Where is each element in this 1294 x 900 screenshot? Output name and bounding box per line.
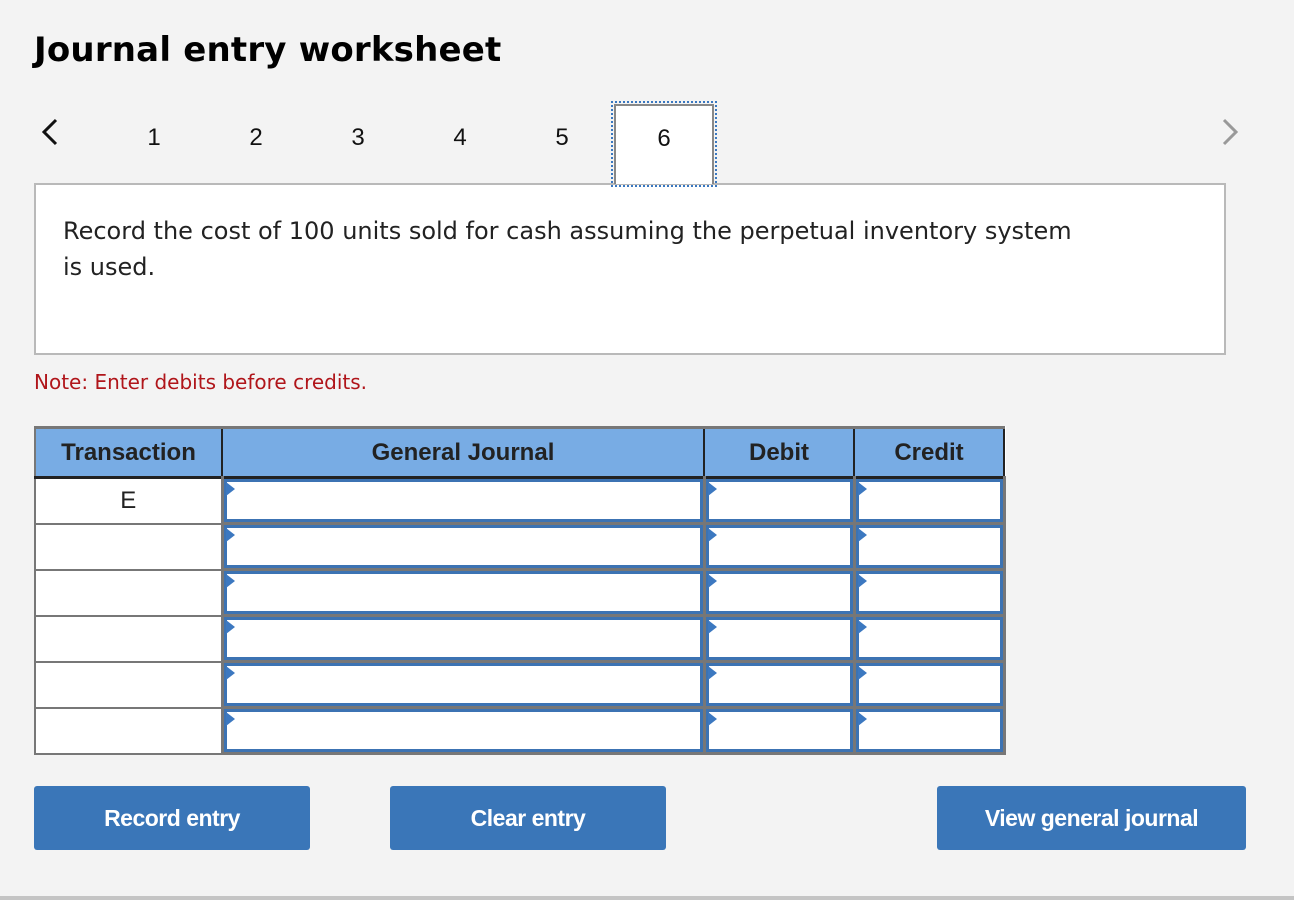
table-row (34, 660, 1006, 709)
input-marker-icon (857, 712, 867, 726)
debit-cell (702, 476, 856, 525)
column-header-credit: Credit (853, 426, 1005, 479)
debit-cell (702, 660, 856, 709)
input-marker-icon (857, 666, 867, 680)
journal-entry-table: Transaction General Journal Debit Credit… (34, 426, 1006, 755)
transaction-cell (34, 568, 224, 617)
account-dropdown-input[interactable] (223, 663, 703, 706)
transaction-cell (34, 614, 224, 663)
input-marker-icon (707, 620, 717, 634)
account-cell (220, 614, 706, 663)
input-marker-icon (857, 528, 867, 542)
credit-input[interactable] (855, 709, 1003, 752)
credit-input[interactable] (855, 525, 1003, 568)
page-tab-1[interactable]: 1 (104, 104, 204, 184)
credit-cell (852, 522, 1006, 571)
table-row (34, 568, 1006, 617)
next-page-button[interactable] (1214, 112, 1244, 152)
input-marker-icon (707, 712, 717, 726)
clear-entry-button[interactable]: Clear entry (390, 786, 666, 850)
page-tab-4[interactable]: 4 (410, 104, 510, 184)
debit-cell (702, 568, 856, 617)
view-general-journal-button[interactable]: View general journal (937, 786, 1246, 850)
chevron-left-icon (41, 118, 58, 146)
instruction-note: Note: Enter debits before credits. (34, 370, 368, 394)
credit-cell (852, 568, 1006, 617)
transaction-cell (34, 706, 224, 755)
debit-input[interactable] (705, 525, 853, 568)
account-dropdown-input[interactable] (223, 571, 703, 614)
table-row (34, 614, 1006, 663)
question-prompt-text: Record the cost of 100 units sold for ca… (63, 217, 1072, 281)
input-marker-icon (857, 482, 867, 496)
credit-input[interactable] (855, 479, 1003, 522)
credit-input[interactable] (855, 571, 1003, 614)
transaction-cell (34, 660, 224, 709)
column-header-debit: Debit (703, 426, 855, 479)
debit-input[interactable] (705, 617, 853, 660)
question-prompt-box: Record the cost of 100 units sold for ca… (34, 183, 1226, 355)
column-header-transaction: Transaction (34, 426, 223, 479)
input-marker-icon (225, 712, 235, 726)
input-marker-icon (225, 574, 235, 588)
page-tab-6-active[interactable]: 6 (611, 101, 717, 187)
input-marker-icon (707, 574, 717, 588)
page-tab-3[interactable]: 3 (308, 104, 408, 184)
debit-input[interactable] (705, 571, 853, 614)
transaction-cell: E (34, 476, 224, 525)
prev-page-button[interactable] (36, 112, 66, 152)
input-marker-icon (707, 528, 717, 542)
account-cell (220, 568, 706, 617)
credit-input[interactable] (855, 617, 1003, 660)
account-cell (220, 660, 706, 709)
credit-cell (852, 706, 1006, 755)
page-tab-2[interactable]: 2 (206, 104, 306, 184)
page-title: Journal entry worksheet (34, 30, 502, 70)
input-marker-icon (225, 482, 235, 496)
table-row (34, 522, 1006, 571)
bottom-divider (0, 896, 1294, 900)
account-cell (220, 706, 706, 755)
credit-cell (852, 660, 1006, 709)
table-row (34, 706, 1006, 755)
input-marker-icon (857, 574, 867, 588)
account-dropdown-input[interactable] (223, 525, 703, 568)
debit-input[interactable] (705, 479, 853, 522)
table-header-row: Transaction General Journal Debit Credit (34, 426, 1005, 479)
input-marker-icon (225, 666, 235, 680)
account-cell (220, 476, 706, 525)
debit-cell (702, 706, 856, 755)
debit-cell (702, 522, 856, 571)
input-marker-icon (857, 620, 867, 634)
transaction-cell (34, 522, 224, 571)
debit-input[interactable] (705, 663, 853, 706)
record-entry-button[interactable]: Record entry (34, 786, 310, 850)
debit-input[interactable] (705, 709, 853, 752)
chevron-right-icon (1222, 118, 1239, 146)
account-dropdown-input[interactable] (223, 617, 703, 660)
account-dropdown-input[interactable] (223, 709, 703, 752)
page-tab-5[interactable]: 5 (512, 104, 612, 184)
input-marker-icon (225, 528, 235, 542)
credit-input[interactable] (855, 663, 1003, 706)
input-marker-icon (707, 666, 717, 680)
column-header-general-journal: General Journal (221, 426, 705, 479)
account-dropdown-input[interactable] (223, 479, 703, 522)
account-cell (220, 522, 706, 571)
table-row: E (34, 476, 1006, 525)
credit-cell (852, 614, 1006, 663)
credit-cell (852, 476, 1006, 525)
input-marker-icon (225, 620, 235, 634)
input-marker-icon (707, 482, 717, 496)
debit-cell (702, 614, 856, 663)
